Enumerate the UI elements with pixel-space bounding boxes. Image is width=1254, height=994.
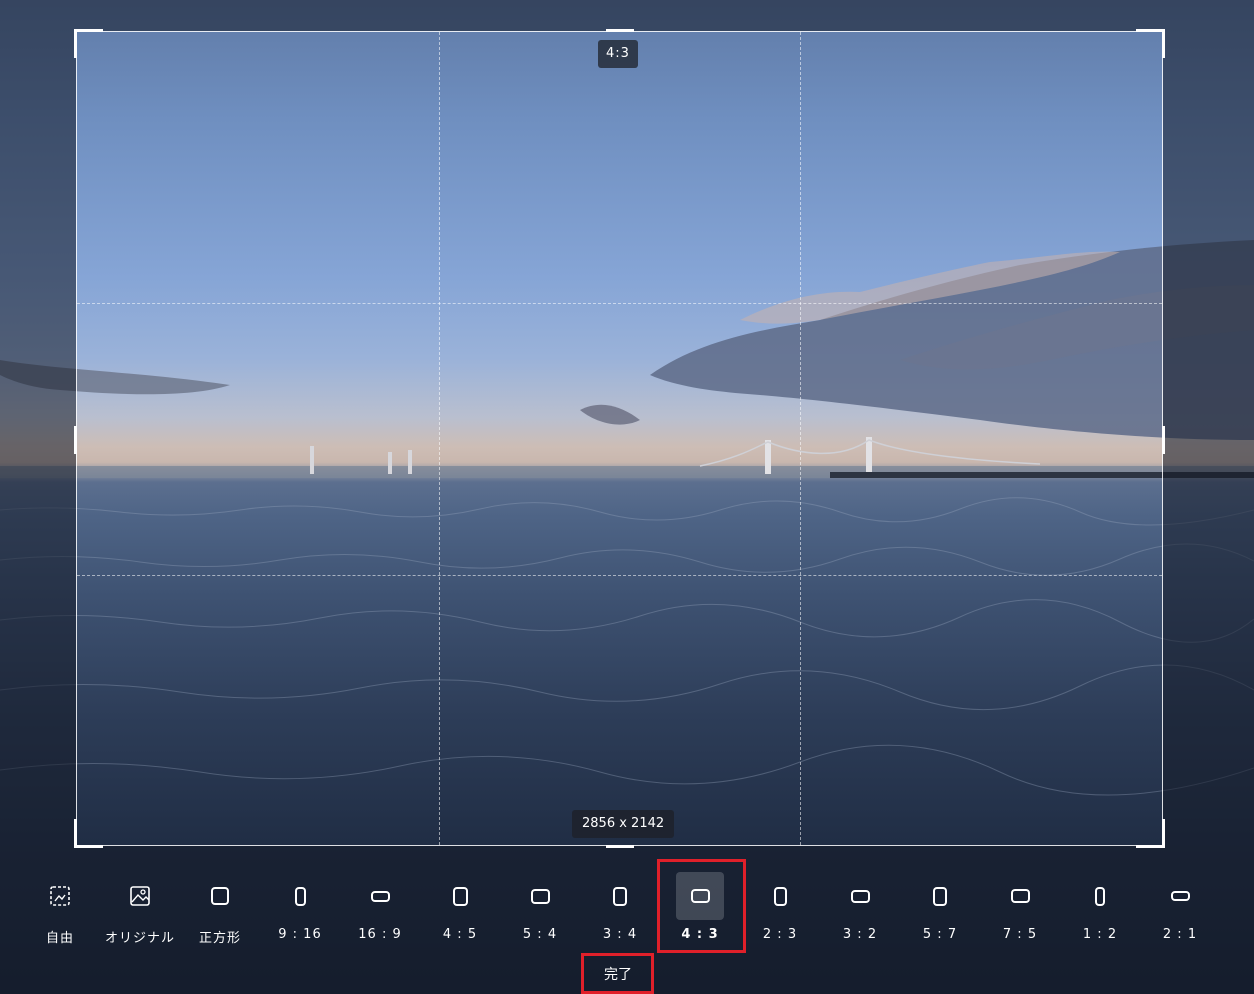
portrait-5-7-icon <box>916 872 964 920</box>
ratio-option-7-5[interactable]: 7 : 5 <box>980 870 1060 950</box>
landscape-7-5-icon <box>996 872 1044 920</box>
ratio-option-3-4[interactable]: 3 : 4 <box>580 870 660 950</box>
ratio-option-2-3[interactable]: 2 : 3 <box>740 870 820 950</box>
ratio-option-label: 2 : 1 <box>1162 927 1198 942</box>
aspect-ratio-toolbar: 自由 オリジナル 正方形 9 : 16 16: 9 4: 5 5: 4 3… <box>20 870 1234 950</box>
ratio-option-label: 1 : 2 <box>1082 927 1118 942</box>
image-size-badge: 2856 x 2142 <box>572 810 675 838</box>
ratio-option-free[interactable]: 自由 <box>20 870 100 950</box>
ratio-option-1-2[interactable]: 1 : 2 <box>1060 870 1140 950</box>
landscape-16-9-icon <box>356 872 404 920</box>
ratio-option-4-5[interactable]: 4 : 5 <box>420 870 500 950</box>
freeform-crop-icon <box>36 872 84 920</box>
landscape-2-1-icon <box>1156 872 1204 920</box>
dim-overlay-left <box>0 31 76 846</box>
ratio-option-label: 3 : 4 <box>602 927 638 942</box>
grid-line-vertical <box>439 32 440 845</box>
ratio-option-square[interactable]: 正方形 <box>180 870 260 950</box>
crop-handle-bottom-left[interactable] <box>74 819 103 848</box>
ratio-option-label: 9 : 16 <box>278 927 322 942</box>
grid-line-horizontal <box>77 575 1162 576</box>
portrait-3-4-icon <box>596 872 644 920</box>
ratio-option-label: 3 : 2 <box>842 927 878 942</box>
ratio-option-16-9[interactable]: 16 : 9 <box>340 870 420 950</box>
ratio-option-label: 2 : 3 <box>762 927 798 942</box>
crop-handle-bottom[interactable] <box>606 845 634 848</box>
ratio-option-label: 5 : 4 <box>522 927 558 942</box>
portrait-4-5-icon <box>436 872 484 920</box>
dim-overlay-top <box>0 0 1254 31</box>
original-image-icon <box>116 872 164 920</box>
crop-editor: 4:3 2856 x 2142 自由 オリジナル 正方形 9: 16 16:… <box>0 0 1254 994</box>
highlight-box-selected-ratio <box>657 859 746 953</box>
portrait-2-3-icon <box>756 872 804 920</box>
aspect-ratio-badge: 4:3 <box>598 40 638 68</box>
dim-overlay-right <box>1163 31 1254 846</box>
ratio-option-9-16[interactable]: 9 : 16 <box>260 870 340 950</box>
crop-handle-top-right[interactable] <box>1136 29 1165 58</box>
ratio-option-5-4[interactable]: 5 : 4 <box>500 870 580 950</box>
square-icon <box>196 872 244 920</box>
crop-frame[interactable] <box>74 29 1165 848</box>
ratio-option-2-1[interactable]: 2 : 1 <box>1140 870 1220 950</box>
landscape-3-2-icon <box>836 872 884 920</box>
portrait-1-2-icon <box>1076 872 1124 920</box>
ratio-option-label: 7 : 5 <box>1002 927 1038 942</box>
crop-handle-left[interactable] <box>74 426 77 454</box>
ratio-option-label: 4 : 5 <box>442 927 478 942</box>
grid-line-horizontal <box>77 303 1162 304</box>
ratio-option-original[interactable]: オリジナル <box>100 870 180 950</box>
ratio-option-5-7[interactable]: 5 : 7 <box>900 870 980 950</box>
crop-handle-top[interactable] <box>606 29 634 32</box>
crop-handle-bottom-right[interactable] <box>1136 819 1165 848</box>
ratio-option-label: 自由 <box>45 931 74 946</box>
ratio-option-label: 正方形 <box>198 931 241 946</box>
landscape-5-4-icon <box>516 872 564 920</box>
grid-line-vertical <box>800 32 801 845</box>
ratio-option-label: 16 : 9 <box>358 927 402 942</box>
ratio-option-3-2[interactable]: 3 : 2 <box>820 870 900 950</box>
ratio-option-label: オリジナル <box>104 931 175 946</box>
highlight-box-done-button <box>581 953 654 994</box>
portrait-9-16-icon <box>276 872 324 920</box>
crop-handle-top-left[interactable] <box>74 29 103 58</box>
ratio-option-label: 5 : 7 <box>922 927 958 942</box>
crop-handle-right[interactable] <box>1162 426 1165 454</box>
